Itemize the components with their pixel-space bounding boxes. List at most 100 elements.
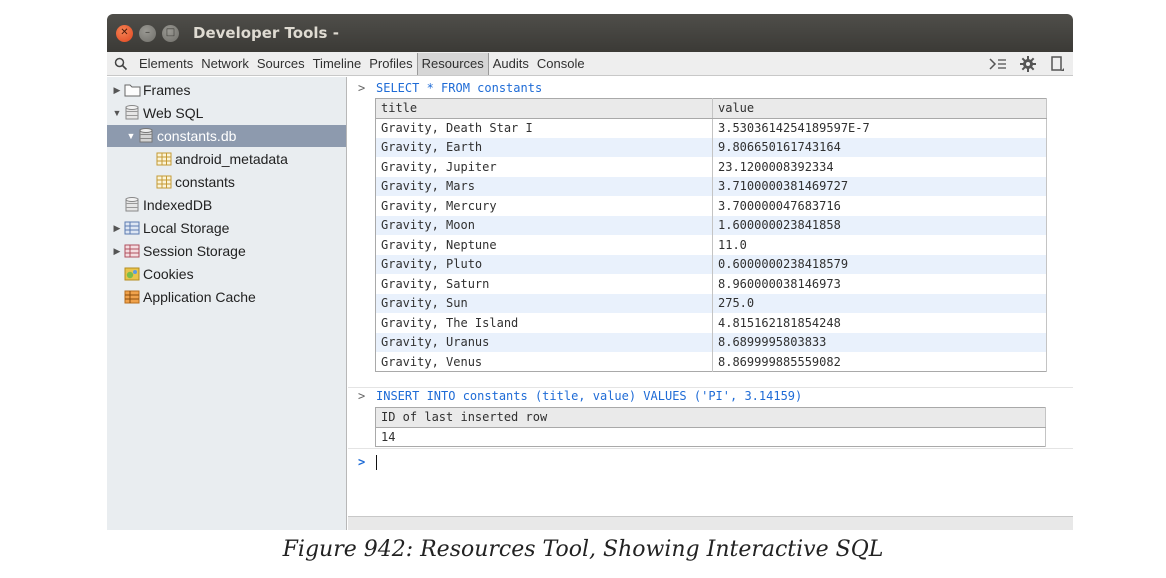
cookie-icon xyxy=(123,266,141,282)
collapse-arrow-icon[interactable]: ▼ xyxy=(125,131,137,141)
query-result-table: title value Gravity, Death Star I 3.53036… xyxy=(375,98,1047,372)
devtools-toolbar: Elements Network Sources Timeline Profil… xyxy=(107,52,1073,76)
minimize-window-button[interactable]: – xyxy=(139,24,156,42)
database-icon xyxy=(123,197,141,213)
sidebar-item-local-storage[interactable]: ▶ Local Storage xyxy=(111,217,230,239)
sidebar-item-label: Session Storage xyxy=(143,243,246,259)
cell-value: 275.0 xyxy=(712,293,1047,313)
folder-icon xyxy=(123,82,141,98)
maximize-window-button[interactable]: □ xyxy=(162,24,179,42)
prompt-chevron-icon: > xyxy=(358,389,366,403)
sidebar-item-cookies[interactable]: Cookies xyxy=(123,263,194,285)
sql-query-text: SELECT * FROM constants xyxy=(376,81,543,95)
table-row: Gravity, Saturn 8.960000038146973 xyxy=(375,274,1047,294)
tab-sources[interactable]: Sources xyxy=(253,53,309,75)
cell-title: Gravity, Venus xyxy=(375,352,713,372)
prompt-chevron-icon: > xyxy=(358,81,366,95)
sidebar-item-label: Local Storage xyxy=(143,220,230,236)
show-console-drawer-icon[interactable] xyxy=(983,52,1013,76)
devtools-window: ✕ – □ Developer Tools - Elements Network… xyxy=(107,14,1073,530)
console-separator xyxy=(348,448,1073,449)
application-cache-icon xyxy=(123,289,141,305)
sidebar-item-frames[interactable]: ▶ Frames xyxy=(111,79,191,101)
sidebar-item-label: Application Cache xyxy=(143,289,256,305)
cell-title: Gravity, The Island xyxy=(375,313,713,333)
table-row: Gravity, The Island 4.815162181854248 xyxy=(375,313,1047,333)
sidebar-item-session-storage[interactable]: ▶ Session Storage xyxy=(111,240,246,262)
table-icon xyxy=(155,151,173,167)
cell-title: Gravity, Sun xyxy=(375,293,713,313)
cell-value: 0.6000000238418579 xyxy=(712,254,1047,274)
column-header-last-insert-id: ID of last inserted row xyxy=(375,407,1046,428)
text-caret xyxy=(376,454,377,470)
tab-audits[interactable]: Audits xyxy=(489,53,533,75)
cell-value: 9.806650161743164 xyxy=(712,137,1047,157)
console-command-line: > INSERT INTO constants (title, value) V… xyxy=(348,387,1073,405)
dock-side-icon[interactable] xyxy=(1043,52,1073,76)
column-header-value: value xyxy=(712,98,1047,119)
sidebar-item-android-metadata[interactable]: android_metadata xyxy=(155,148,288,170)
database-icon xyxy=(137,128,155,144)
sidebar-item-application-cache[interactable]: Application Cache xyxy=(123,286,256,308)
cell-title: Gravity, Earth xyxy=(375,137,713,157)
column-header-title: title xyxy=(375,98,713,119)
cell-title: Gravity, Jupiter xyxy=(375,157,713,177)
insert-result-table: ID of last inserted row 14 xyxy=(375,407,1046,447)
table-row: Gravity, Moon 1.600000023841858 xyxy=(375,215,1047,235)
tab-elements[interactable]: Elements xyxy=(135,53,197,75)
sidebar-item-label: Web SQL xyxy=(143,105,204,121)
cell-title: Gravity, Death Star I xyxy=(375,118,713,138)
tab-profiles[interactable]: Profiles xyxy=(365,53,416,75)
cell-last-insert-id: 14 xyxy=(375,427,1046,447)
sql-console[interactable]: > SELECT * FROM constants title value Gr… xyxy=(348,77,1073,530)
settings-gear-icon[interactable] xyxy=(1013,52,1043,76)
expand-arrow-icon[interactable]: ▶ xyxy=(111,223,123,234)
prompt-chevron-icon: > xyxy=(358,455,366,469)
cell-value: 1.600000023841858 xyxy=(712,215,1047,235)
tab-network[interactable]: Network xyxy=(197,53,253,75)
cell-title: Gravity, Uranus xyxy=(375,332,713,352)
database-icon xyxy=(123,105,141,121)
expand-arrow-icon[interactable]: ▶ xyxy=(111,246,123,257)
cell-value: 3.700000047683716 xyxy=(712,196,1047,216)
cell-value: 11.0 xyxy=(712,235,1047,255)
tab-resources[interactable]: Resources xyxy=(416,52,489,75)
cell-title: Gravity, Mars xyxy=(375,176,713,196)
storage-grid-icon xyxy=(123,220,141,236)
cell-value: 4.815162181854248 xyxy=(712,313,1047,333)
sidebar-item-indexeddb[interactable]: IndexedDB xyxy=(123,194,212,216)
console-command-line: > SELECT * FROM constants xyxy=(348,79,1073,97)
table-header-row: title value xyxy=(375,98,1047,119)
cell-title: Gravity, Pluto xyxy=(375,254,713,274)
table-row: Gravity, Sun 275.0 xyxy=(375,293,1047,313)
console-input[interactable]: > xyxy=(348,452,1073,472)
table-row: 14 xyxy=(375,427,1046,447)
table-row: Gravity, Neptune 11.0 xyxy=(375,235,1047,255)
tab-timeline[interactable]: Timeline xyxy=(309,53,366,75)
cell-title: Gravity, Mercury xyxy=(375,196,713,216)
expand-arrow-icon[interactable]: ▶ xyxy=(111,85,123,96)
cell-value: 23.1200008392334 xyxy=(712,157,1047,177)
table-row: Gravity, Mercury 3.700000047683716 xyxy=(375,196,1047,216)
table-icon xyxy=(155,174,173,190)
cell-title: Gravity, Moon xyxy=(375,215,713,235)
sidebar-item-constants-db[interactable]: ▼ constants.db xyxy=(107,125,346,147)
cell-value: 3.5303614254189597E-7 xyxy=(712,118,1047,138)
table-row: Gravity, Uranus 8.6899995803833 xyxy=(375,332,1047,352)
sidebar-item-constants-table[interactable]: constants xyxy=(155,171,235,193)
cell-value: 8.869999885559082 xyxy=(712,352,1047,372)
table-row: Gravity, Pluto 0.6000000238418579 xyxy=(375,254,1047,274)
cell-value: 8.960000038146973 xyxy=(712,274,1047,294)
sidebar-item-label: IndexedDB xyxy=(143,197,213,213)
search-icon[interactable] xyxy=(107,52,135,76)
cell-title: Gravity, Saturn xyxy=(375,274,713,294)
cell-value: 3.7100000381469727 xyxy=(712,176,1047,196)
sql-query-text: INSERT INTO constants (title, value) VAL… xyxy=(376,389,803,403)
close-window-button[interactable]: ✕ xyxy=(116,24,133,42)
tab-console[interactable]: Console xyxy=(533,53,589,75)
collapse-arrow-icon[interactable]: ▼ xyxy=(111,108,123,118)
sidebar-item-label: constants xyxy=(175,174,235,190)
cell-value: 8.6899995803833 xyxy=(712,332,1047,352)
sidebar-item-web-sql[interactable]: ▼ Web SQL xyxy=(111,102,203,124)
cell-title: Gravity, Neptune xyxy=(375,235,713,255)
